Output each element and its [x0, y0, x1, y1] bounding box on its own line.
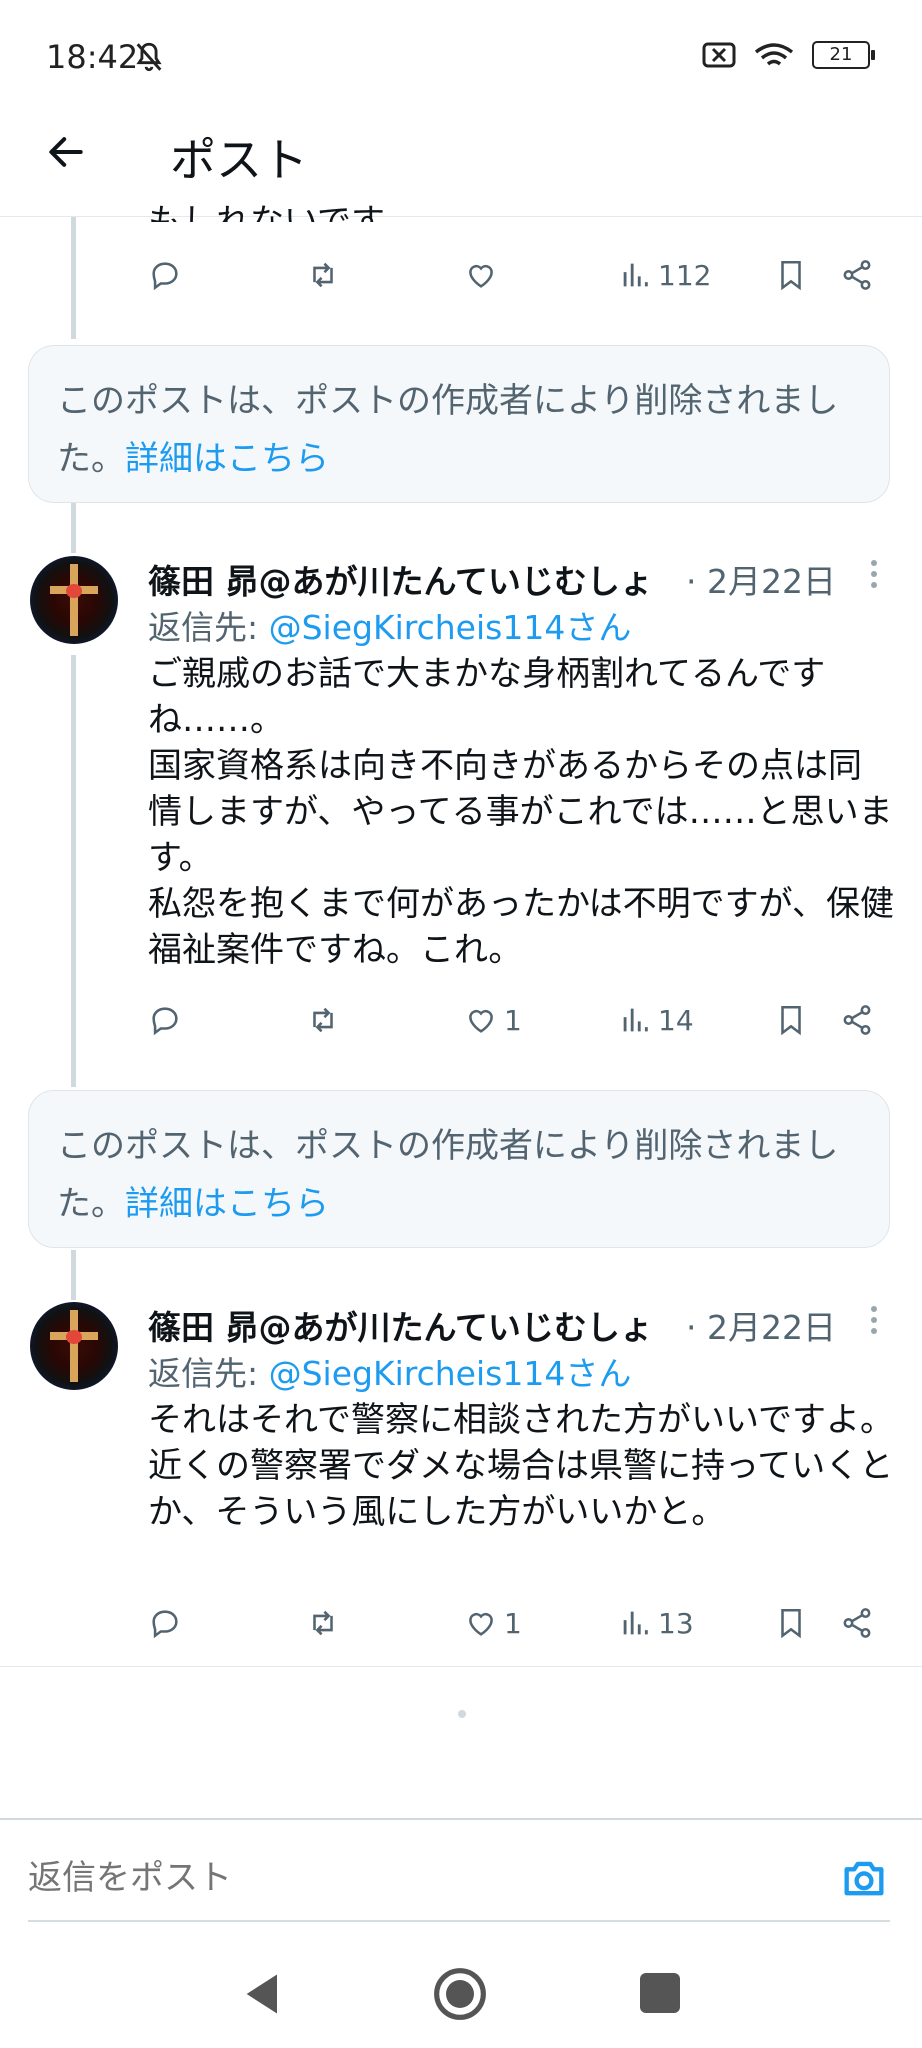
like-button[interactable]: 1 [464, 995, 522, 1045]
back-arrow-icon[interactable] [44, 130, 88, 174]
reply-to-handle[interactable]: @SiegKircheis114さん [269, 1354, 632, 1393]
reply-to-prefix: 返信先: [148, 608, 269, 647]
share-icon [843, 1005, 871, 1035]
bookmark-button[interactable] [774, 250, 808, 300]
thread-line [71, 655, 76, 1087]
like-button[interactable]: 1 [464, 1598, 522, 1648]
post-date[interactable]: · 2月22日 [686, 1301, 836, 1349]
status-icons: 21 [702, 40, 875, 70]
share-button[interactable] [840, 1598, 874, 1648]
likes-count: 1 [504, 1003, 522, 1037]
bookmark-icon [781, 260, 801, 291]
sim-off-icon [702, 42, 736, 68]
notifications-muted-icon [136, 42, 162, 72]
bookmark-icon [781, 1005, 801, 1036]
views-icon [623, 263, 648, 287]
nav-back-icon[interactable] [238, 1968, 290, 2020]
likes-count: 1 [504, 1606, 522, 1640]
bookmark-button[interactable] [774, 1598, 808, 1648]
reply-icon [152, 262, 178, 291]
thread-line [71, 1250, 76, 1300]
repost-icon [313, 1007, 333, 1033]
status-time: 18:42 [46, 38, 139, 76]
thread-line [71, 217, 76, 339]
heart-icon [469, 264, 493, 288]
wifi-icon [754, 43, 794, 66]
composer-divider [0, 1818, 922, 1820]
camera-icon[interactable] [838, 1852, 890, 1904]
repost-button[interactable] [306, 1598, 340, 1648]
post-text: ご親戚のお話で大まかな身柄割れてるんですね……。 国家資格系は向き不向きがあるか… [148, 654, 894, 970]
thread-end-divider [0, 1666, 922, 1667]
reply-to-prefix: 返信先: [148, 1354, 269, 1393]
post-actions: 112 [140, 250, 880, 300]
bookmark-button[interactable] [774, 995, 808, 1045]
post-actions: 1 13 [140, 1598, 880, 1648]
details-link[interactable]: 詳細はこちら [125, 1184, 329, 1224]
views-button[interactable]: 14 [618, 995, 694, 1045]
author-name[interactable]: 篠田 昴@あが川たんていじむしょ [148, 555, 653, 603]
avatar[interactable] [30, 1302, 118, 1390]
reply-to-line: 返信先: @SiegKircheis114さん [148, 601, 631, 649]
repost-button[interactable] [306, 995, 340, 1045]
reply-input[interactable] [28, 1848, 818, 1908]
views-button[interactable]: 112 [618, 250, 711, 300]
heart-icon [469, 1009, 493, 1033]
post-date[interactable]: · 2月22日 [686, 555, 836, 603]
reply-to-handle[interactable]: @SiegKircheis114さん [269, 608, 632, 647]
post-text-partial: もしれないです。 [148, 202, 416, 222]
reply-icon [152, 1007, 178, 1036]
loading-indicator [458, 1710, 466, 1718]
deleted-post-notice: このポストは、ポストの作成者により削除されました。詳細はこちら [28, 345, 890, 503]
nav-recents-icon[interactable] [640, 1973, 680, 2013]
views-icon [623, 1611, 648, 1635]
share-icon [843, 260, 871, 290]
reply-button[interactable] [148, 250, 182, 300]
views-count: 14 [658, 1003, 694, 1037]
more-options-icon[interactable] [864, 557, 884, 591]
header-divider [0, 216, 922, 217]
repost-icon [313, 262, 333, 288]
thread-line [71, 503, 76, 553]
repost-button[interactable] [306, 250, 340, 300]
views-icon [623, 1008, 648, 1032]
composer-underline [28, 1920, 890, 1922]
author-name[interactable]: 篠田 昴@あが川たんていじむしょ [148, 1301, 653, 1349]
views-count: 112 [658, 258, 712, 292]
reply-button[interactable] [148, 995, 182, 1045]
more-options-icon[interactable] [864, 1303, 884, 1337]
deleted-post-notice: このポストは、ポストの作成者により削除されました。詳細はこちら [28, 1090, 890, 1248]
views-count: 13 [658, 1606, 694, 1640]
views-button[interactable]: 13 [618, 1598, 694, 1648]
share-button[interactable] [840, 995, 874, 1045]
share-icon [843, 1608, 871, 1638]
reply-to-line: 返信先: @SiegKircheis114さん [148, 1347, 631, 1395]
avatar[interactable] [30, 556, 118, 644]
battery-indicator: 21 [812, 41, 875, 69]
page-title: ポスト [170, 133, 308, 187]
nav-home-icon[interactable] [432, 1966, 488, 2022]
heart-icon [469, 1612, 493, 1636]
bookmark-icon [781, 1608, 801, 1639]
reply-icon [152, 1610, 178, 1639]
reply-button[interactable] [148, 1598, 182, 1648]
share-button[interactable] [840, 250, 874, 300]
post-actions: 1 14 [140, 995, 880, 1045]
like-button[interactable] [464, 250, 498, 300]
repost-icon [313, 1610, 333, 1636]
details-link[interactable]: 詳細はこちら [125, 439, 329, 479]
post-text: それはそれで警察に相談された方がいいですよ。 近くの警察署でダメな場合は県警に持… [148, 1400, 894, 1532]
